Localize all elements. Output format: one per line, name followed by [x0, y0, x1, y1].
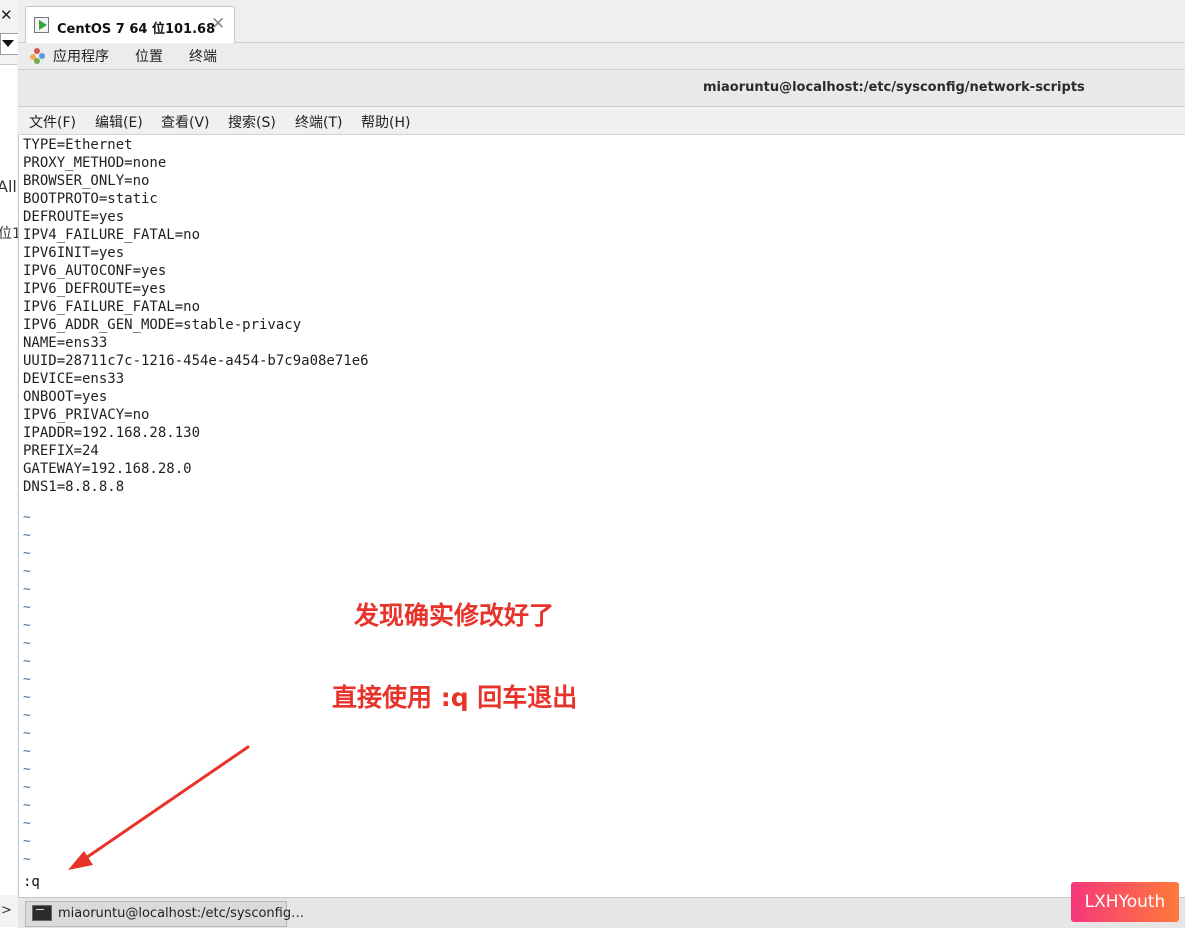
annotation-text: 直接使用 :q 回车退出 — [332, 683, 578, 712]
window-title: miaoruntu@localhost:/etc/sysconfig/netwo… — [703, 80, 1085, 95]
vim-tilde: ~ — [23, 654, 31, 669]
menu-applications[interactable]: 应用程序 — [53, 46, 109, 66]
config-line: PREFIX=24 — [23, 443, 99, 459]
config-line: BOOTPROTO=static — [23, 191, 158, 207]
terminal-titlebar[interactable]: miaoruntu@localhost:/etc/sysconfig/netwo… — [18, 70, 1185, 107]
vim-tilde: ~ — [23, 762, 31, 777]
taskbar-item-terminal[interactable]: miaoruntu@localhost:/etc/sysconfig… — [25, 901, 304, 927]
terminal-content[interactable]: TYPE=Ethernet PROXY_METHOD=none BROWSER_… — [22, 136, 1182, 893]
config-line: ONBOOT=yes — [23, 389, 108, 405]
annotation-text: 发现确实修改好了 — [354, 601, 555, 630]
dropdown-toggle[interactable] — [0, 33, 18, 55]
config-line: UUID=28711c7c-1216-454e-a454-b7c9a08e71e… — [23, 353, 369, 369]
menu-view[interactable]: 查看(V) — [161, 112, 210, 132]
menu-edit[interactable]: 编辑(E) — [95, 112, 143, 132]
vim-tilde: ~ — [23, 834, 31, 849]
host-side-text: 位1 — [0, 223, 18, 243]
expand-arrow-icon[interactable]: > — [1, 903, 12, 918]
config-line: PROXY_METHOD=none — [23, 155, 167, 171]
vim-tilde: ~ — [23, 726, 31, 741]
vim-tilde: ~ — [23, 816, 31, 831]
menu-terminal-app[interactable]: 终端 — [189, 46, 217, 66]
menu-search[interactable]: 搜索(S) — [228, 112, 276, 132]
menu-file[interactable]: 文件(F) — [29, 112, 76, 132]
vim-tilde: ~ — [23, 618, 31, 633]
config-line: IPV6_ADDR_GEN_MODE=stable-privacy — [23, 317, 302, 333]
vim-tilde: ~ — [23, 600, 31, 615]
vm-tab[interactable]: CentOS 7 64 位101.68 ✕ — [25, 6, 235, 43]
vim-tilde: ~ — [23, 510, 31, 525]
vim-tilde: ~ — [23, 744, 31, 759]
vim-tilde: ~ — [23, 798, 31, 813]
taskbar: miaoruntu@localhost:/etc/sysconfig… — [18, 897, 1185, 928]
vim-command-line[interactable]: :q — [23, 874, 40, 890]
menu-terminal[interactable]: 终端(T) — [295, 112, 342, 132]
vim-tilde: ~ — [23, 582, 31, 597]
config-line: DNS1=8.8.8.8 — [23, 479, 125, 495]
config-line: IPV6_FAILURE_FATAL=no — [23, 299, 201, 315]
config-line: IPADDR=192.168.28.130 — [23, 425, 201, 441]
vim-tilde: ~ — [23, 528, 31, 543]
config-line: IPV4_FAILURE_FATAL=no — [23, 227, 201, 243]
config-line: DEFROUTE=yes — [23, 209, 125, 225]
vm-tab-strip: CentOS 7 64 位101.68 ✕ — [18, 0, 1185, 43]
config-line: IPV6_DEFROUTE=yes — [23, 281, 167, 297]
vim-tilde: ~ — [23, 852, 31, 867]
config-line: IPV6INIT=yes — [23, 245, 125, 261]
host-window-edge: ✕ All 位1 > — [0, 0, 19, 927]
taskbar-item-label: miaoruntu@localhost:/etc/sysconfig… — [58, 906, 305, 921]
host-side-panel: All 位1 — [0, 64, 18, 895]
vim-tilde: ~ — [23, 636, 31, 651]
terminal-icon — [32, 905, 52, 921]
terminal-menubar: 文件(F) 编辑(E) 查看(V) 搜索(S) 终端(T) 帮助(H) — [18, 107, 1185, 135]
config-line: NAME=ens33 — [23, 335, 108, 351]
vim-tilde: ~ — [23, 546, 31, 561]
menu-places[interactable]: 位置 — [135, 46, 163, 66]
config-line: TYPE=Ethernet — [23, 137, 133, 153]
close-icon[interactable]: ✕ — [0, 6, 13, 24]
config-line: IPV6_PRIVACY=no — [23, 407, 150, 423]
vim-tilde: ~ — [23, 564, 31, 579]
vim-tilde: ~ — [23, 780, 31, 795]
vim-tilde: ~ — [23, 672, 31, 687]
gnome-top-bar: 应用程序 位置 终端 — [18, 43, 1185, 70]
config-line: GATEWAY=192.168.28.0 — [23, 461, 192, 477]
config-line: DEVICE=ens33 — [23, 371, 125, 387]
watermark-badge: LXHYouth — [1071, 882, 1179, 922]
vim-tilde: ~ — [23, 690, 31, 705]
vm-tab-title: CentOS 7 64 位101.68 — [57, 22, 216, 37]
menu-help[interactable]: 帮助(H) — [361, 112, 410, 132]
gnome-foot-icon — [30, 48, 46, 64]
close-icon[interactable]: ✕ — [211, 14, 225, 34]
config-line: BROWSER_ONLY=no — [23, 173, 150, 189]
vm-running-icon — [34, 17, 49, 33]
vim-tilde: ~ — [23, 708, 31, 723]
config-line: IPV6_AUTOCONF=yes — [23, 263, 167, 279]
host-side-text: All — [0, 177, 17, 196]
